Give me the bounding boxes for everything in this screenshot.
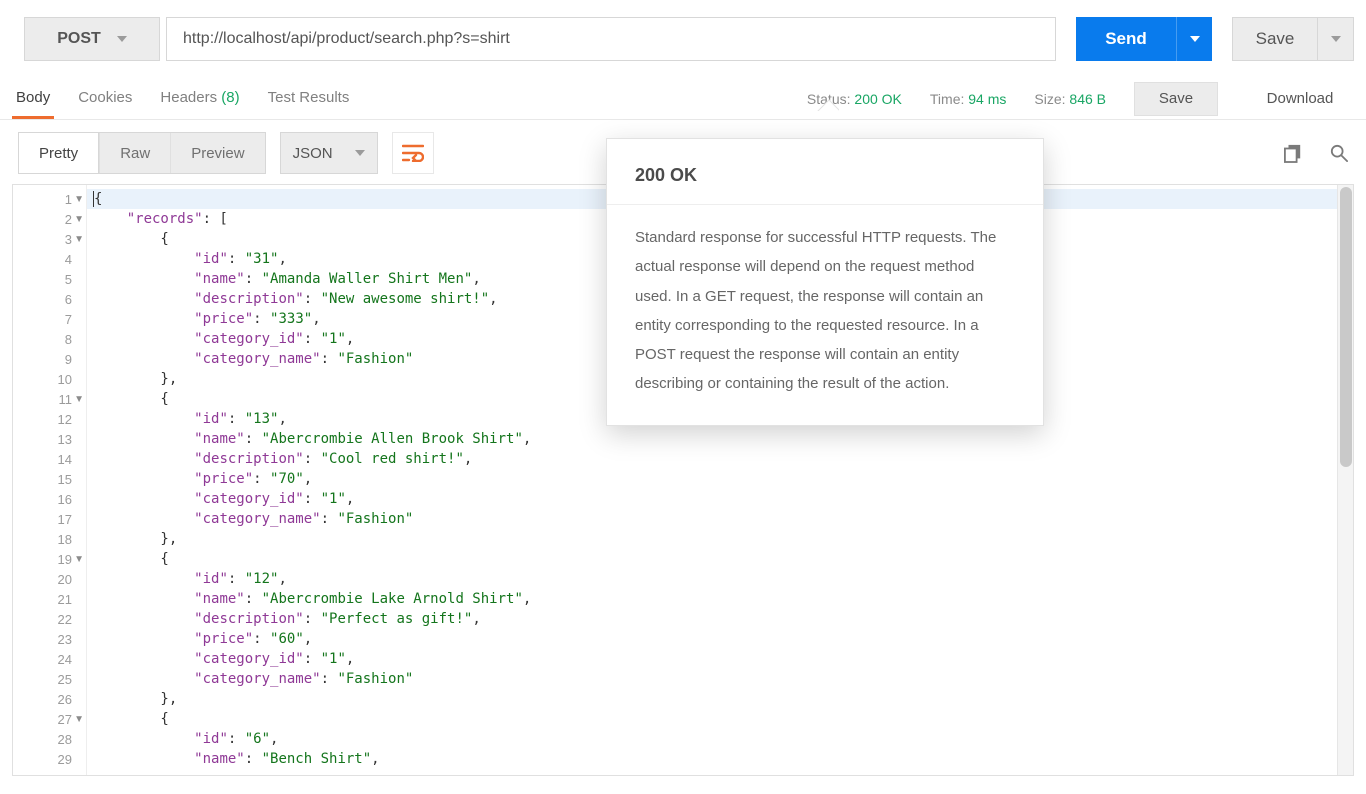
line-gutter: ▼1▼2▼345678910▼1112131415161718▼19202122…	[13, 185, 87, 775]
view-preview[interactable]: Preview	[170, 133, 264, 173]
tab-cookies[interactable]: Cookies	[74, 79, 136, 119]
search-button[interactable]	[1324, 138, 1354, 168]
status-tooltip: 200 OK Standard response for successful …	[606, 138, 1044, 426]
format-select[interactable]: JSON	[280, 132, 378, 174]
url-field-wrapper[interactable]	[166, 17, 1056, 61]
scroll-thumb[interactable]	[1340, 187, 1352, 467]
format-label: JSON	[293, 145, 333, 162]
save-dropdown[interactable]	[1318, 17, 1354, 61]
copy-icon	[1284, 143, 1302, 163]
url-input[interactable]	[181, 29, 1041, 49]
copy-button[interactable]	[1278, 138, 1308, 168]
chevron-down-icon	[1190, 36, 1200, 42]
wrap-lines-button[interactable]	[392, 132, 434, 174]
chevron-down-icon	[117, 36, 127, 42]
tooltip-pointer	[817, 99, 839, 111]
response-save-button[interactable]: Save	[1134, 82, 1218, 116]
view-pretty[interactable]: Pretty	[19, 133, 99, 173]
headers-count: (8)	[221, 89, 239, 106]
send-dropdown[interactable]	[1176, 17, 1212, 61]
http-method-label: POST	[57, 30, 101, 48]
view-mode-segment: Pretty Raw Preview	[18, 132, 266, 174]
search-icon	[1330, 143, 1348, 163]
wrap-icon	[402, 144, 424, 162]
http-method-select[interactable]: POST	[24, 17, 160, 61]
download-button[interactable]: Download	[1246, 82, 1354, 116]
tab-headers-label: Headers	[160, 89, 217, 106]
status-value: 200 OK	[854, 91, 901, 107]
tooltip-title: 200 OK	[635, 165, 1015, 186]
tab-body[interactable]: Body	[12, 79, 54, 119]
scrollbar[interactable]	[1337, 185, 1353, 775]
chevron-down-icon	[355, 150, 365, 156]
size-display: Size: 846 B	[1034, 91, 1106, 107]
tab-test-results[interactable]: Test Results	[264, 79, 354, 119]
tab-headers[interactable]: Headers (8)	[156, 79, 243, 119]
save-button[interactable]: Save	[1232, 17, 1318, 61]
tooltip-body: Standard response for successful HTTP re…	[635, 223, 1015, 399]
send-button[interactable]: Send	[1076, 17, 1176, 61]
chevron-down-icon	[1331, 36, 1341, 42]
time-display: Time: 94 ms	[930, 91, 1007, 107]
tooltip-divider	[607, 204, 1043, 205]
view-raw[interactable]: Raw	[99, 133, 170, 173]
